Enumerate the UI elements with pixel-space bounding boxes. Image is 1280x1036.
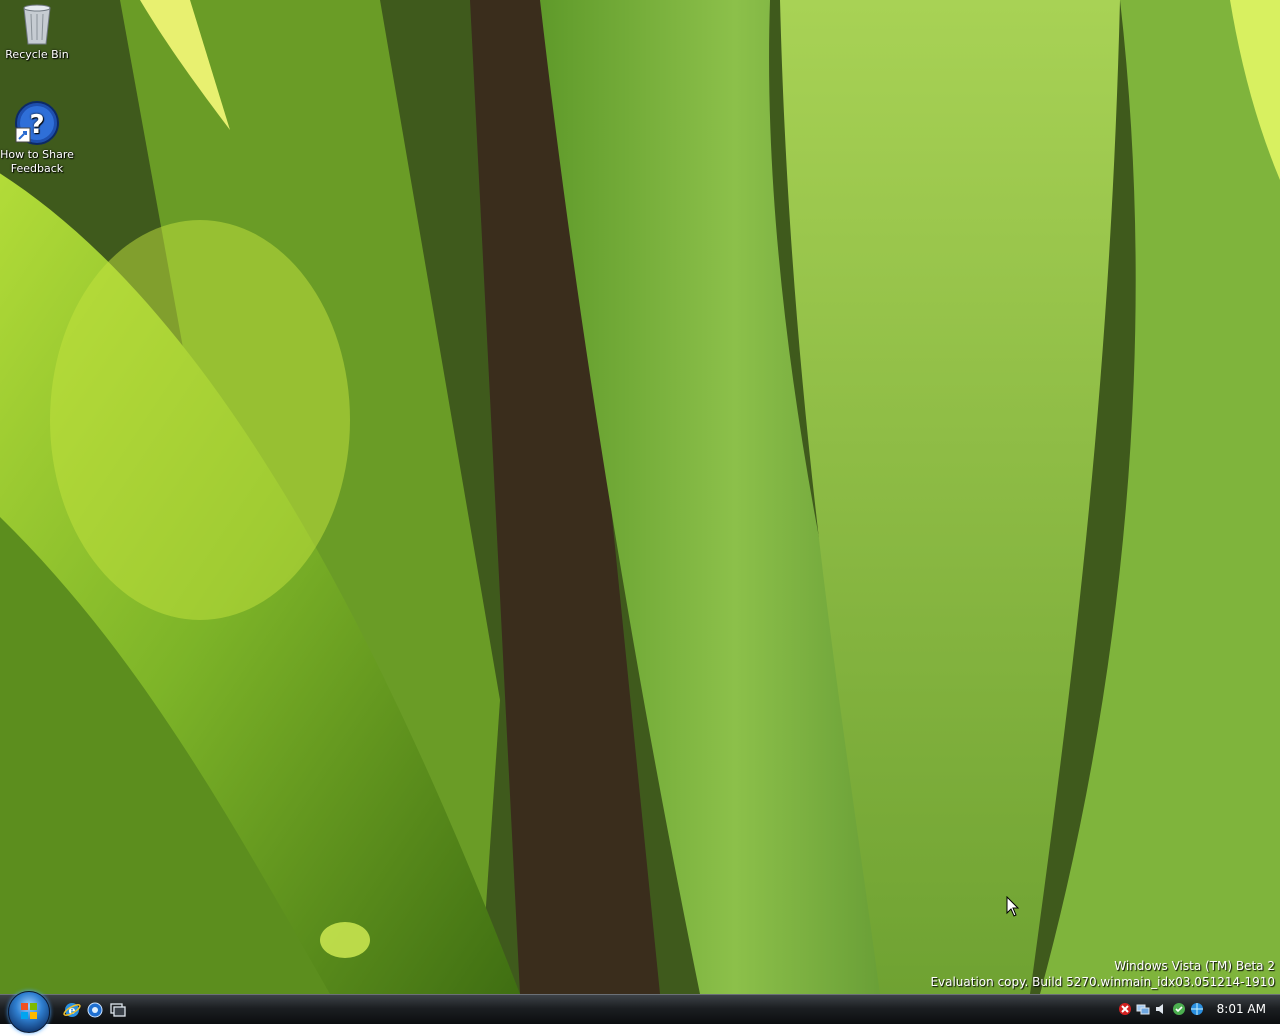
desktop-icon-recycle-bin[interactable]: Recycle Bin: [0, 2, 74, 62]
update-icon[interactable]: [1172, 1002, 1186, 1016]
wallpaper-leaves: [0, 0, 1280, 994]
switch-windows-icon[interactable]: [109, 1001, 127, 1019]
volume-icon[interactable]: [1154, 1002, 1168, 1016]
watermark-line-build: Evaluation copy. Build 5270.winmain_idx0…: [930, 975, 1275, 989]
connection-icon[interactable]: [1190, 1002, 1204, 1016]
taskbar: e 8:01 AM: [0, 991, 1280, 1033]
network-icon[interactable]: [1136, 1002, 1150, 1016]
internet-explorer-icon[interactable]: e: [63, 1001, 81, 1019]
desktop[interactable]: Recycle Bin ? How to Share Feedback Wind…: [0, 0, 1280, 994]
system-tray: 8:01 AM: [1105, 995, 1280, 1024]
start-button[interactable]: [8, 991, 50, 1033]
help-icon: ?: [15, 101, 59, 145]
windows-logo-icon: [21, 1003, 37, 1019]
watermark-line-version: Windows Vista (TM) Beta 2: [1114, 959, 1275, 973]
mouse-cursor-icon: [1006, 896, 1020, 917]
clock[interactable]: 8:01 AM: [1217, 1002, 1266, 1016]
how-to-share-feedback-label: How to Share Feedback: [0, 148, 74, 175]
media-player-icon[interactable]: [86, 1001, 104, 1019]
recycle-bin-label: Recycle Bin: [5, 48, 69, 61]
evaluation-watermark: Windows Vista (TM) Beta 2 Evaluation cop…: [930, 958, 1275, 990]
security-alert-icon[interactable]: [1118, 1002, 1132, 1016]
recycle-bin-icon: [23, 4, 51, 45]
svg-text:?: ?: [29, 110, 44, 140]
desktop-icon-how-to-share-feedback[interactable]: ? How to Share Feedback: [0, 100, 74, 176]
